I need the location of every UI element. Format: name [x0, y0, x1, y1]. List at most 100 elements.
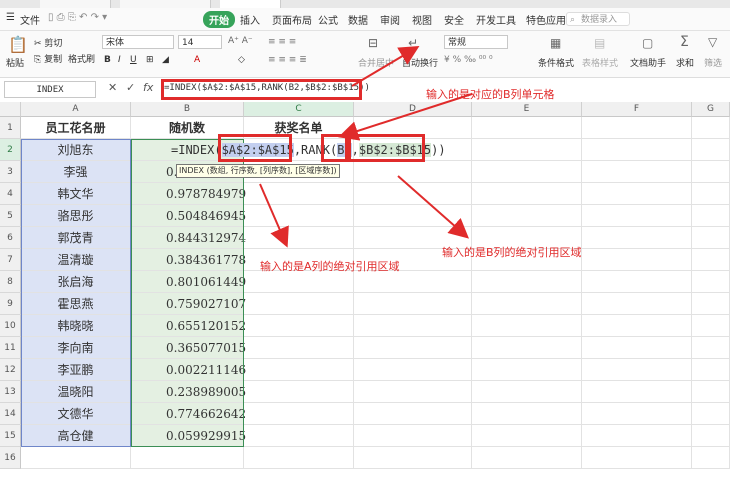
cell-e10[interactable]	[472, 315, 582, 337]
fill-color-icon[interactable]: ◢	[162, 55, 169, 65]
col-header-e[interactable]: E	[472, 102, 582, 117]
row-header[interactable]: 5	[0, 205, 21, 227]
merge-icon[interactable]: ⊟	[368, 36, 378, 50]
paste-button[interactable]: 粘贴	[6, 56, 24, 69]
merge-center-button[interactable]: 合并居中	[358, 56, 394, 69]
cell-e2[interactable]	[472, 139, 582, 161]
cell-g16[interactable]	[692, 447, 730, 469]
col-header-d[interactable]: D	[354, 102, 472, 117]
cell-e15[interactable]	[472, 425, 582, 447]
sum-icon[interactable]: Σ	[680, 34, 689, 50]
cell-g14[interactable]	[692, 403, 730, 425]
cell-g7[interactable]	[692, 249, 730, 271]
cell-a9[interactable]: 霍思燕	[21, 293, 131, 315]
cut-button[interactable]: ✂ 剪切	[34, 36, 62, 49]
cell-c16[interactable]	[244, 447, 354, 469]
format-painter-button[interactable]: 格式刷	[68, 52, 95, 65]
sum-button[interactable]: 求和	[676, 56, 694, 69]
cell-b6[interactable]: 0.844312974	[131, 227, 246, 249]
cell-g3[interactable]	[692, 161, 730, 183]
cell-a12[interactable]: 李亚鹏	[21, 359, 131, 381]
cell-a4[interactable]: 韩文华	[21, 183, 131, 205]
cell-f8[interactable]	[582, 271, 692, 293]
cell-c9[interactable]	[244, 293, 354, 315]
row-header[interactable]: 7	[0, 249, 21, 271]
align-icons-2[interactable]: ≡ ≡ ≡ ≣	[268, 55, 307, 65]
cell-f10[interactable]	[582, 315, 692, 337]
row-header[interactable]: 3	[0, 161, 21, 183]
cell-g13[interactable]	[692, 381, 730, 403]
cell-g2[interactable]	[692, 139, 730, 161]
cell-g12[interactable]	[692, 359, 730, 381]
cell-f15[interactable]	[582, 425, 692, 447]
confirm-icon[interactable]: ✓	[126, 81, 135, 94]
cell-e14[interactable]	[472, 403, 582, 425]
eraser-icon[interactable]: ◇	[238, 55, 245, 65]
cell-e13[interactable]	[472, 381, 582, 403]
cell-d11[interactable]	[354, 337, 472, 359]
doc-tab[interactable]	[120, 0, 211, 8]
cell-f11[interactable]	[582, 337, 692, 359]
cell-d16[interactable]	[354, 447, 472, 469]
cell-g11[interactable]	[692, 337, 730, 359]
row-header[interactable]: 6	[0, 227, 21, 249]
cell-b11[interactable]: 0.365077015	[131, 337, 246, 359]
tab-formulas[interactable]: 公式	[318, 12, 338, 27]
cell-f4[interactable]	[582, 183, 692, 205]
tab-data[interactable]: 数据	[348, 12, 368, 27]
row-header[interactable]: 13	[0, 381, 21, 403]
cell-a5[interactable]: 骆思彤	[21, 205, 131, 227]
row-header[interactable]: 9	[0, 293, 21, 315]
paste-icon[interactable]: 📋	[8, 35, 28, 54]
name-box[interactable]: INDEX	[4, 81, 96, 98]
cell-f13[interactable]	[582, 381, 692, 403]
font-size-select[interactable]: 14	[178, 35, 222, 49]
toolbar-icons[interactable]: ▯ ⎙ ⎘ ↶ ↷ ▾	[48, 12, 107, 23]
cell-c10[interactable]	[244, 315, 354, 337]
row-header[interactable]: 10	[0, 315, 21, 337]
row-header[interactable]: 2	[0, 139, 21, 161]
cell-d10[interactable]	[354, 315, 472, 337]
cell-b14[interactable]: 0.774662642	[131, 403, 246, 425]
tab-view[interactable]: 视图	[412, 12, 432, 27]
doc-tab[interactable]	[40, 0, 111, 8]
font-grow-icon[interactable]: A⁺ A⁻	[228, 36, 253, 46]
row-header[interactable]: 11	[0, 337, 21, 359]
row-header[interactable]: 4	[0, 183, 21, 205]
cell-g8[interactable]	[692, 271, 730, 293]
border-icon[interactable]: ⊞	[146, 55, 154, 65]
cell-e8[interactable]	[472, 271, 582, 293]
col-header-a[interactable]: A	[21, 102, 131, 117]
col-header-b[interactable]: B	[131, 102, 244, 117]
cell-g1[interactable]	[692, 117, 730, 139]
cell-a7[interactable]: 温清璇	[21, 249, 131, 271]
cell-a15[interactable]: 高仓健	[21, 425, 131, 447]
tab-insert[interactable]: 插入	[240, 12, 260, 27]
cell-f1[interactable]	[582, 117, 692, 139]
fx-icon[interactable]: fx	[143, 81, 153, 94]
cell-d15[interactable]	[354, 425, 472, 447]
cancel-icon[interactable]: ✕	[108, 81, 117, 94]
underline-icon[interactable]: U	[130, 55, 137, 65]
filter-button[interactable]: 筛选	[704, 56, 722, 69]
cell-e11[interactable]	[472, 337, 582, 359]
cell-f9[interactable]	[582, 293, 692, 315]
cell-a10[interactable]: 韩晓晓	[21, 315, 131, 337]
font-color-icon[interactable]: A	[194, 55, 200, 65]
cell-b5[interactable]: 0.504846945	[131, 205, 246, 227]
cell-a8[interactable]: 张启海	[21, 271, 131, 293]
cell-d8[interactable]	[354, 271, 472, 293]
row-header[interactable]: 14	[0, 403, 21, 425]
cell-b7[interactable]: 0.384361778	[131, 249, 246, 271]
cell-g15[interactable]	[692, 425, 730, 447]
doc-helper-button[interactable]: 文档助手	[630, 56, 666, 69]
row-header[interactable]: 12	[0, 359, 21, 381]
hamburger-icon[interactable]: ☰	[6, 12, 15, 23]
doc-helper-icon[interactable]: ▢	[642, 36, 653, 50]
cell-f5[interactable]	[582, 205, 692, 227]
table-style-button[interactable]: 表格样式	[582, 56, 618, 69]
cell-c11[interactable]	[244, 337, 354, 359]
cell-d14[interactable]	[354, 403, 472, 425]
cell-c4[interactable]	[244, 183, 354, 205]
cell-e16[interactable]	[472, 447, 582, 469]
